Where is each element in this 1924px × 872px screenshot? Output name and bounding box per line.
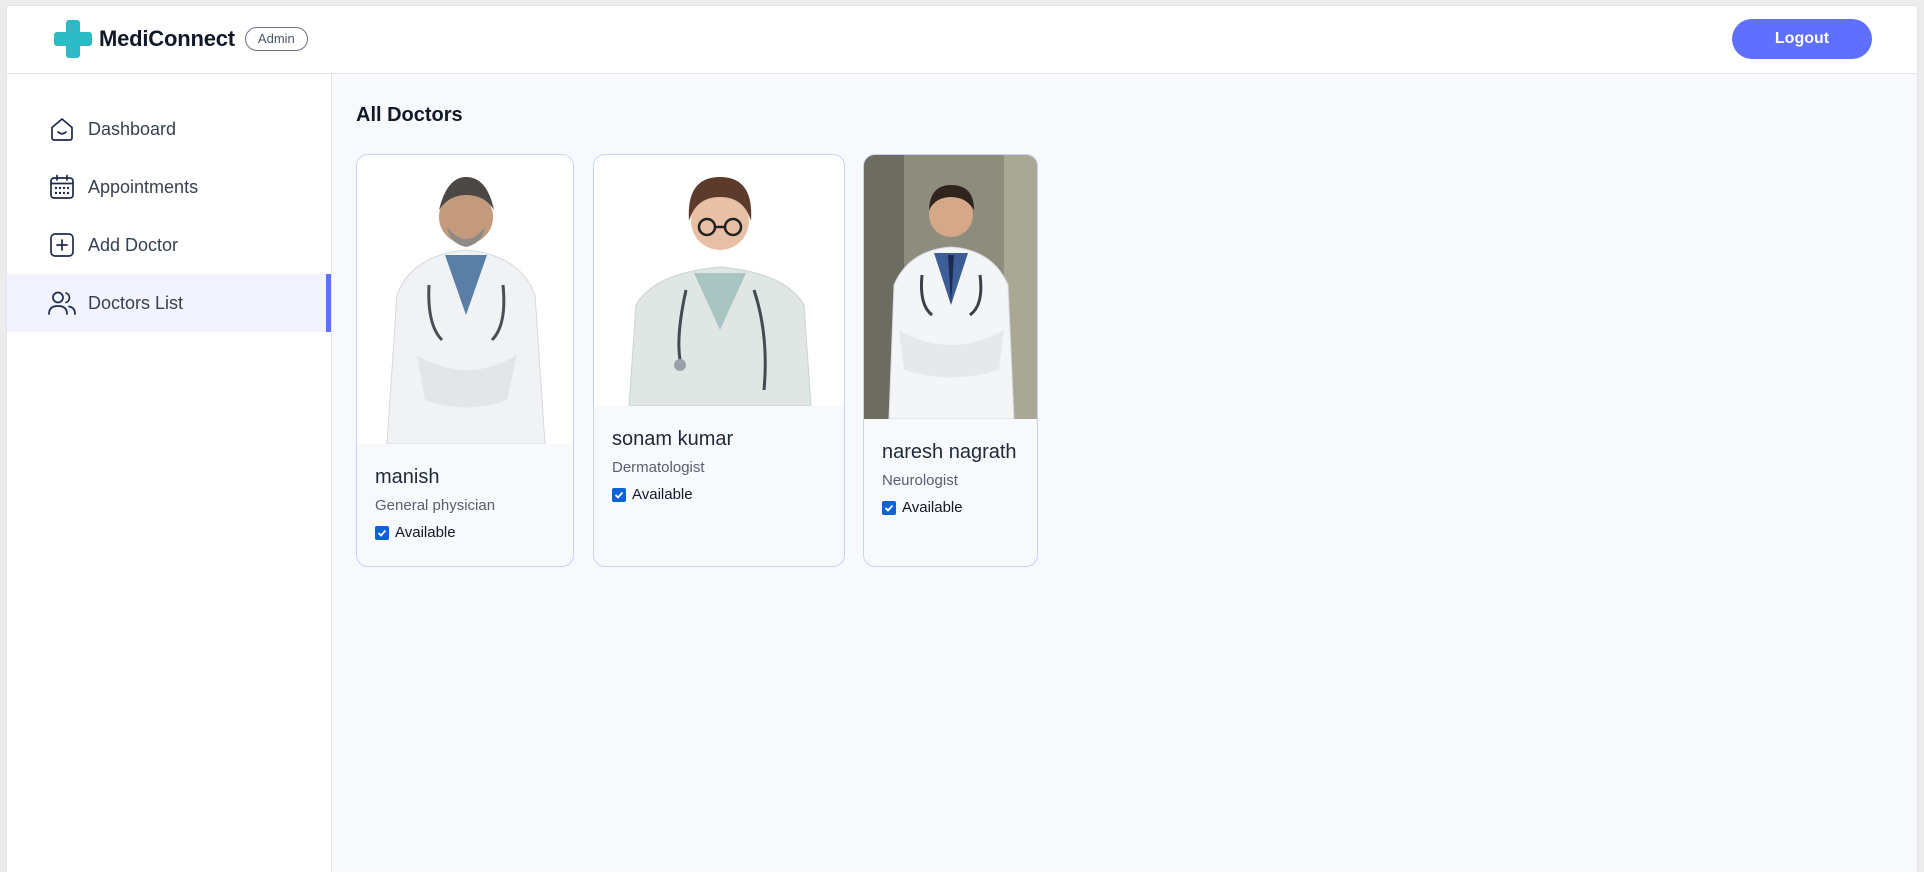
people-icon (47, 288, 77, 318)
checkbox-checked-icon[interactable] (612, 487, 626, 502)
sidebar-item-add-doctor[interactable]: Add Doctor (7, 216, 331, 274)
doctor-card[interactable]: manish General physician Available (356, 154, 574, 567)
availability-label: Available (632, 486, 693, 503)
sidebar-item-doctors-list[interactable]: Doctors List (7, 274, 331, 332)
sidebar-item-label: Appointments (88, 176, 199, 197)
logout-button[interactable]: Logout (1732, 19, 1872, 59)
checkbox-checked-icon[interactable] (882, 500, 896, 515)
brand-logo[interactable]: MediConnect Admin (54, 20, 308, 58)
doctor-name: sonam kumar (612, 428, 734, 450)
doctor-speciality: Neurologist (882, 472, 958, 489)
doctor-name: naresh nagrath (882, 441, 1017, 463)
doctor-photo (864, 155, 1037, 419)
calendar-icon (47, 172, 77, 202)
sidebar: Dashboard Appointments Add Doctor Doctor… (7, 74, 332, 872)
brand-name: MediConnect (99, 26, 235, 51)
page-title: All Doctors (356, 104, 463, 126)
availability-toggle[interactable]: Available (612, 486, 826, 503)
doctor-name: manish (375, 466, 440, 488)
availability-toggle[interactable]: Available (375, 524, 555, 541)
app-window: MediConnect Admin Logout Dashboard Appoi… (6, 5, 1918, 872)
sidebar-item-dashboard[interactable]: Dashboard (7, 100, 331, 158)
doctor-photo (594, 155, 844, 406)
doctor-speciality: Dermatologist (612, 459, 705, 476)
sidebar-item-label: Add Doctor (88, 234, 179, 255)
medical-cross-icon (54, 20, 92, 58)
sidebar-item-label: Doctors List (88, 292, 184, 313)
role-badge: Admin (244, 27, 308, 51)
doctor-card[interactable]: sonam kumar Dermatologist Available (593, 154, 845, 567)
doctor-speciality: General physician (375, 497, 496, 514)
availability-label: Available (902, 499, 963, 516)
checkbox-checked-icon[interactable] (375, 525, 389, 540)
availability-label: Available (395, 524, 456, 541)
main-content: All Doctors manish General physician Ava… (333, 74, 1917, 872)
doctor-photo (357, 155, 573, 444)
sidebar-item-label: Dashboard (88, 118, 177, 139)
add-square-icon (47, 230, 77, 260)
availability-toggle[interactable]: Available (882, 499, 1019, 516)
sidebar-item-appointments[interactable]: Appointments (7, 158, 331, 216)
top-navbar: MediConnect Admin Logout (7, 6, 1917, 74)
home-icon (47, 114, 77, 144)
doctor-card[interactable]: naresh nagrath Neurologist Available (863, 154, 1038, 567)
